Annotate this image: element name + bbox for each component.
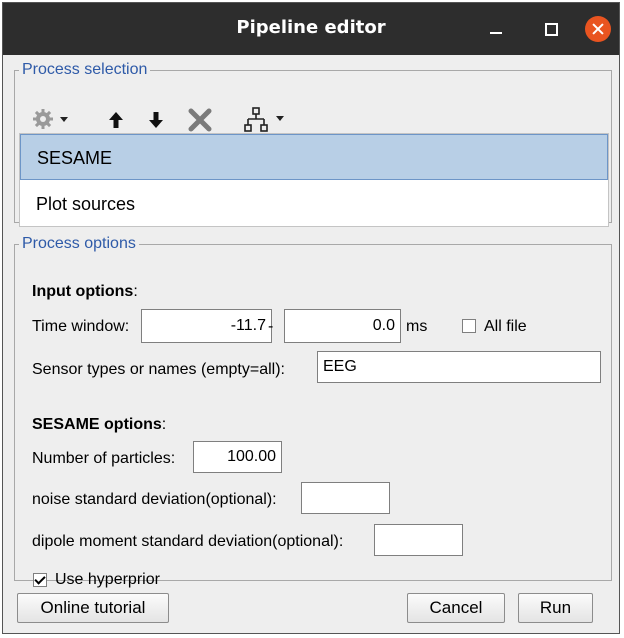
use-hyperprior-checkbox[interactable] (33, 573, 47, 587)
cancel-button[interactable]: Cancel (407, 593, 505, 623)
use-hyperprior-label: Use hyperprior (55, 571, 160, 588)
window-title: Pipeline editor (236, 17, 386, 38)
sesame-options-heading: SESAME options: (32, 416, 167, 433)
process-list[interactable]: SESAME Plot sources (19, 133, 609, 227)
move-down-button[interactable] (145, 109, 167, 131)
all-file-label: All file (484, 318, 527, 335)
gear-icon (33, 109, 68, 129)
time-window-start-input[interactable] (141, 309, 272, 343)
process-options-group: Process options Input options: Time wind… (14, 235, 612, 588)
noise-sd-input[interactable] (301, 482, 390, 514)
move-up-button[interactable] (105, 109, 127, 131)
list-item-sesame[interactable]: SESAME (20, 134, 608, 180)
dropdown-arrow-icon (276, 116, 284, 121)
pipeline-editor-window: Pipeline editor Process selection SESAME… (2, 2, 620, 634)
gear-menu-button[interactable] (31, 107, 73, 133)
time-window-label: Time window: (32, 318, 130, 335)
sensor-types-input[interactable] (317, 351, 601, 383)
online-tutorial-button[interactable]: Online tutorial (17, 593, 169, 623)
title-bar[interactable]: Pipeline editor (3, 3, 619, 55)
delete-x-icon (188, 108, 212, 132)
maximize-button[interactable] (539, 17, 563, 41)
list-item-plot-sources[interactable]: Plot sources (20, 181, 608, 227)
pipeline-tree-icon (244, 107, 284, 132)
number-of-particles-label: Number of particles: (32, 450, 176, 467)
time-unit-label: ms (406, 318, 428, 335)
number-of-particles-input[interactable] (193, 441, 282, 473)
process-selection-group: Process selection SESAME Plot sources (14, 61, 612, 227)
pipeline-menu-button[interactable] (243, 106, 287, 134)
close-button[interactable] (585, 16, 611, 42)
input-options-heading: Input options: (32, 283, 138, 300)
process-options-legend: Process options (22, 235, 136, 252)
time-window-dash: - (268, 318, 274, 335)
dipole-sd-label: dipole moment standard deviation(optiona… (32, 533, 344, 550)
list-item-label: SESAME (37, 148, 113, 168)
noise-sd-label: noise standard deviation(optional): (32, 491, 277, 508)
all-file-checkbox[interactable] (462, 319, 476, 333)
process-selection-legend: Process selection (22, 61, 148, 78)
minimize-button[interactable] (484, 17, 508, 41)
arrow-up-icon (109, 112, 123, 128)
delete-button[interactable] (187, 107, 213, 133)
dropdown-arrow-icon (60, 117, 68, 122)
dipole-sd-input[interactable] (374, 524, 463, 556)
list-item-label: Plot sources (36, 194, 136, 214)
sensor-types-label: Sensor types or names (empty=all): (32, 361, 285, 378)
time-window-end-input[interactable] (284, 309, 401, 343)
run-button[interactable]: Run (518, 593, 593, 623)
arrow-down-icon (149, 112, 163, 128)
